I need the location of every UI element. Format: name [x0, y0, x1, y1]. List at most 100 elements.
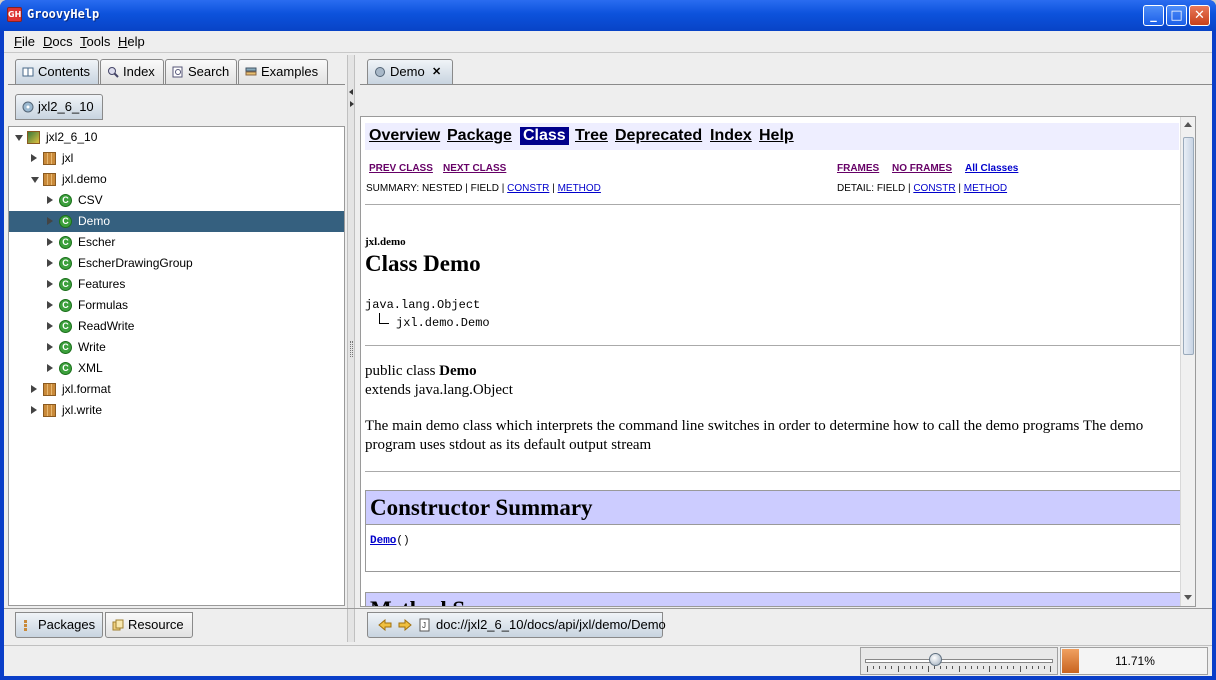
tree-node-label: Escher [78, 235, 116, 249]
tree-node[interactable]: C Write [9, 337, 344, 358]
slider-tick [958, 666, 960, 672]
package-name: jxl.demo [365, 236, 406, 248]
split-pane-divider[interactable] [347, 55, 355, 642]
minimize-button[interactable]: _ [1143, 5, 1164, 26]
collapsed-arrow-icon[interactable] [47, 322, 53, 330]
tab-index[interactable]: Index [100, 59, 164, 85]
menu-help[interactable]: Help [118, 34, 145, 49]
nav-deprecated-link[interactable]: Deprecated [615, 127, 702, 145]
expanded-arrow-icon[interactable] [15, 135, 23, 141]
close-button[interactable]: ✕ [1189, 5, 1210, 26]
collapsed-arrow-icon[interactable] [31, 154, 37, 162]
detail-constr-link[interactable]: CONSTR [913, 183, 955, 194]
tab-contents-label: Contents [38, 64, 91, 79]
collapsed-arrow-icon[interactable] [47, 301, 53, 309]
collapsed-arrow-icon[interactable] [47, 364, 53, 372]
bottom-tab-line [4, 608, 1212, 609]
collapsed-arrow-icon[interactable] [31, 385, 37, 393]
nav-help-link[interactable]: Help [759, 127, 794, 145]
slider-tick [873, 666, 875, 669]
nav-tree-link[interactable]: Tree [575, 127, 608, 145]
scroll-down-icon[interactable] [1184, 595, 1192, 600]
detail-separator: | [958, 183, 961, 194]
hierarchy-child: jxl.demo.Demo [396, 316, 490, 330]
slider-tick [867, 666, 868, 672]
next-class-link[interactable]: NEXT CLASS [443, 163, 506, 174]
prev-class-link[interactable]: PREV CLASS [369, 163, 433, 174]
collapsed-arrow-icon[interactable] [47, 217, 53, 225]
tree-node[interactable]: C CSV [9, 190, 344, 211]
collapse-left-icon[interactable] [349, 89, 353, 95]
slider-knob[interactable] [928, 653, 942, 666]
tab-search-label: Search [188, 64, 230, 79]
collapsed-arrow-icon[interactable] [47, 280, 53, 288]
tree-node[interactable]: C Features [9, 274, 344, 295]
all-classes-link[interactable]: All Classes [965, 163, 1018, 174]
summary-method-link[interactable]: METHOD [558, 183, 601, 194]
tab-contents[interactable]: Contents [15, 59, 99, 85]
detail-method-link[interactable]: METHOD [964, 183, 1007, 194]
tree-node[interactable]: C Demo [9, 211, 344, 232]
tree-node-label: jxl.demo [62, 172, 107, 186]
tab-packages[interactable]: Packages [15, 612, 103, 638]
back-arrow-icon[interactable] [378, 619, 392, 631]
nav-package-link[interactable]: Package [447, 127, 512, 145]
tab-resource[interactable]: Resource [105, 612, 193, 638]
zoom-slider[interactable] [860, 647, 1058, 675]
vertical-scrollbar[interactable] [1180, 117, 1195, 606]
document-icon: J [419, 618, 430, 632]
expand-right-icon[interactable] [350, 101, 354, 107]
tree-node[interactable]: jxl.format [9, 379, 344, 400]
title-bar[interactable]: GH GroovyHelp _ □ ✕ [0, 0, 1216, 31]
constructor-link[interactable]: Demo [370, 535, 396, 547]
application-window: GH GroovyHelp _ □ ✕ File Docs Tools Help… [0, 0, 1216, 680]
contents-tree[interactable]: jxl2_6_10 jxl jxl.demo C CSV C Demo C Escher C Esc… [8, 126, 345, 606]
declaration-name: Demo [439, 363, 477, 379]
collapsed-arrow-icon[interactable] [47, 238, 53, 246]
collapsed-arrow-icon[interactable] [31, 406, 37, 414]
svg-text:J: J [422, 621, 426, 630]
close-tab-icon[interactable]: ✕ [432, 60, 441, 84]
menu-file[interactable]: File [14, 34, 35, 49]
slider-track [865, 659, 1053, 663]
menu-tools[interactable]: Tools [80, 34, 110, 49]
tree-node[interactable]: jxl2_6_10 [9, 127, 344, 148]
maximize-button[interactable]: □ [1166, 5, 1187, 26]
tree-node[interactable]: C EscherDrawingGroup [9, 253, 344, 274]
collapsed-arrow-icon[interactable] [47, 343, 53, 351]
scroll-thumb[interactable] [1183, 137, 1194, 355]
tree-node[interactable]: C XML [9, 358, 344, 379]
forward-arrow-icon[interactable] [398, 619, 412, 631]
no-frames-link[interactable]: NO FRAMES [892, 163, 952, 174]
class-description: The main demo class which interprets the… [365, 418, 1144, 453]
summary-line: SUMMARY: NESTED | FIELD | CONSTR | METHO… [366, 183, 601, 194]
tree-node[interactable]: jxl [9, 148, 344, 169]
collapsed-arrow-icon[interactable] [47, 196, 53, 204]
nav-overview-link[interactable]: Overview [369, 127, 440, 145]
tree-node[interactable]: jxl.write [9, 400, 344, 421]
expanded-arrow-icon[interactable] [31, 177, 39, 183]
tab-examples[interactable]: Examples [238, 59, 328, 85]
tab-book-jxl[interactable]: jxl2_6_10 [15, 94, 103, 120]
slider-tick [1050, 666, 1051, 672]
nav-index-link[interactable]: Index [710, 127, 752, 145]
tree-node[interactable]: C ReadWrite [9, 316, 344, 337]
menu-tools-label: ools [86, 34, 111, 49]
collapsed-arrow-icon[interactable] [47, 259, 53, 267]
class-declaration: public class Demo [365, 363, 477, 380]
summary-constr-link[interactable]: CONSTR [507, 183, 549, 194]
menu-docs[interactable]: Docs [43, 34, 73, 49]
address-url[interactable]: doc://jxl2_6_10/docs/api/jxl/demo/Demo [436, 617, 666, 632]
document-view[interactable]: Overview Package Class Tree Deprecated I… [360, 116, 1196, 607]
slider-tick [903, 666, 905, 669]
tree-node[interactable]: C Escher [9, 232, 344, 253]
tab-document-demo[interactable]: Demo ✕ [367, 59, 453, 85]
class-icon: C [59, 215, 72, 228]
tree-node[interactable]: C Formulas [9, 295, 344, 316]
tab-search[interactable]: Search [165, 59, 237, 85]
tree-node[interactable]: jxl.demo [9, 169, 344, 190]
tree-node-label: Demo [78, 214, 111, 228]
frames-link[interactable]: FRAMES [837, 163, 879, 174]
app-icon: GH [7, 7, 22, 22]
scroll-up-icon[interactable] [1184, 122, 1192, 127]
